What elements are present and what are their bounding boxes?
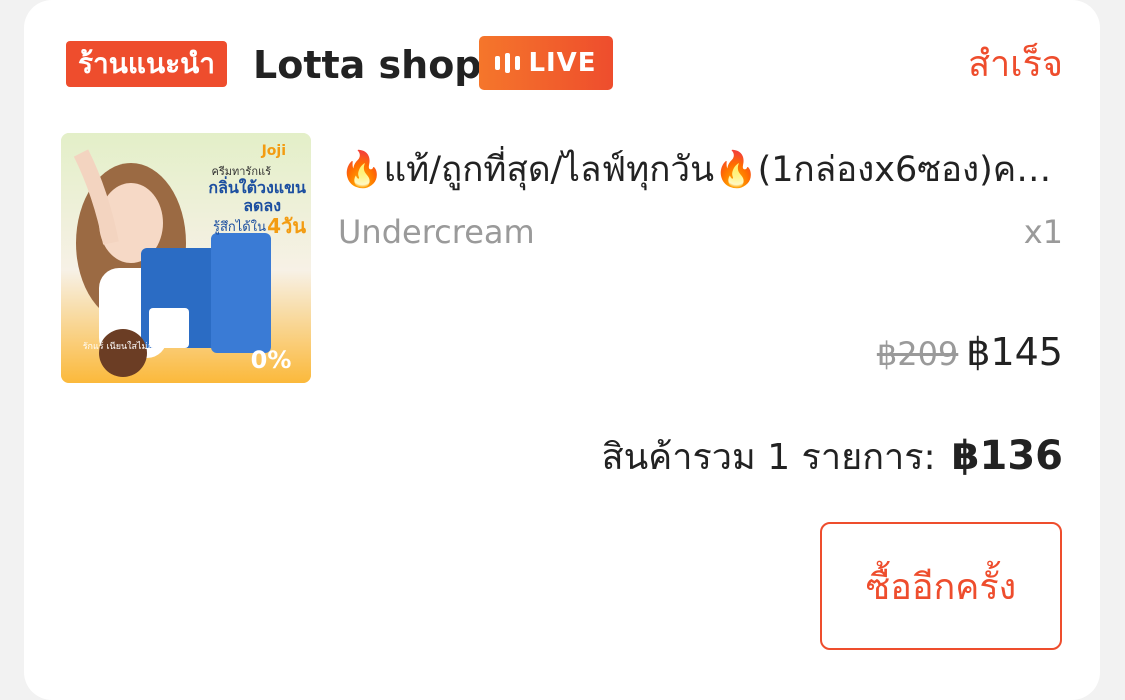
order-header: ร้านแนะนำ Lotta shop LIVE สำเร็จ [66,36,1063,92]
order-total-row: สินค้ารวม 1 รายการ: ฿136 [602,428,1063,485]
image-brand: Joji [261,143,286,159]
recommended-shop-badge: ร้านแนะนำ [66,41,227,87]
product-quantity: x1 [1023,213,1063,251]
original-price: ฿209 [876,335,959,373]
buy-again-button[interactable]: ซื้ออีกครั้ง [820,522,1062,650]
live-label: LIVE [528,48,597,78]
shop-name[interactable]: Lotta shop [253,40,482,90]
price-row: ฿209 ฿145 [877,330,1063,374]
sale-price: ฿145 [966,330,1063,374]
product-thumbnail[interactable]: Joji ครีมทารักแร้ กลิ่นใต้วงแขน ลดลง รู้… [61,133,311,383]
image-line1: ครีมทารักแร้ [211,165,271,178]
order-total-label: สินค้ารวม 1 รายการ: [601,437,936,478]
order-total-amount: ฿136 [951,433,1063,479]
image-days: 4วัน [267,214,306,238]
image-line4: รู้สึกได้ใน [213,219,266,235]
product-title[interactable]: 🔥แท้/ถูกที่สุด/ไลฟ์ทุกวัน🔥(1กล่องx6ซอง)ค… [340,146,1060,194]
live-badge[interactable]: LIVE [479,36,613,90]
image-line2: กลิ่นใต้วงแขน [208,176,306,197]
order-status: สำเร็จ [968,44,1063,85]
image-line3: ลดลง [243,196,281,215]
image-percent: 0% [251,346,292,374]
live-bars-icon [495,53,521,73]
image-tag: รักแร้ เนียนใสไม่ลาย [83,341,164,352]
product-variant: Undercream [338,213,535,251]
product-image: Joji ครีมทารักแร้ กลิ่นใต้วงแขน ลดลง รู้… [61,133,311,383]
